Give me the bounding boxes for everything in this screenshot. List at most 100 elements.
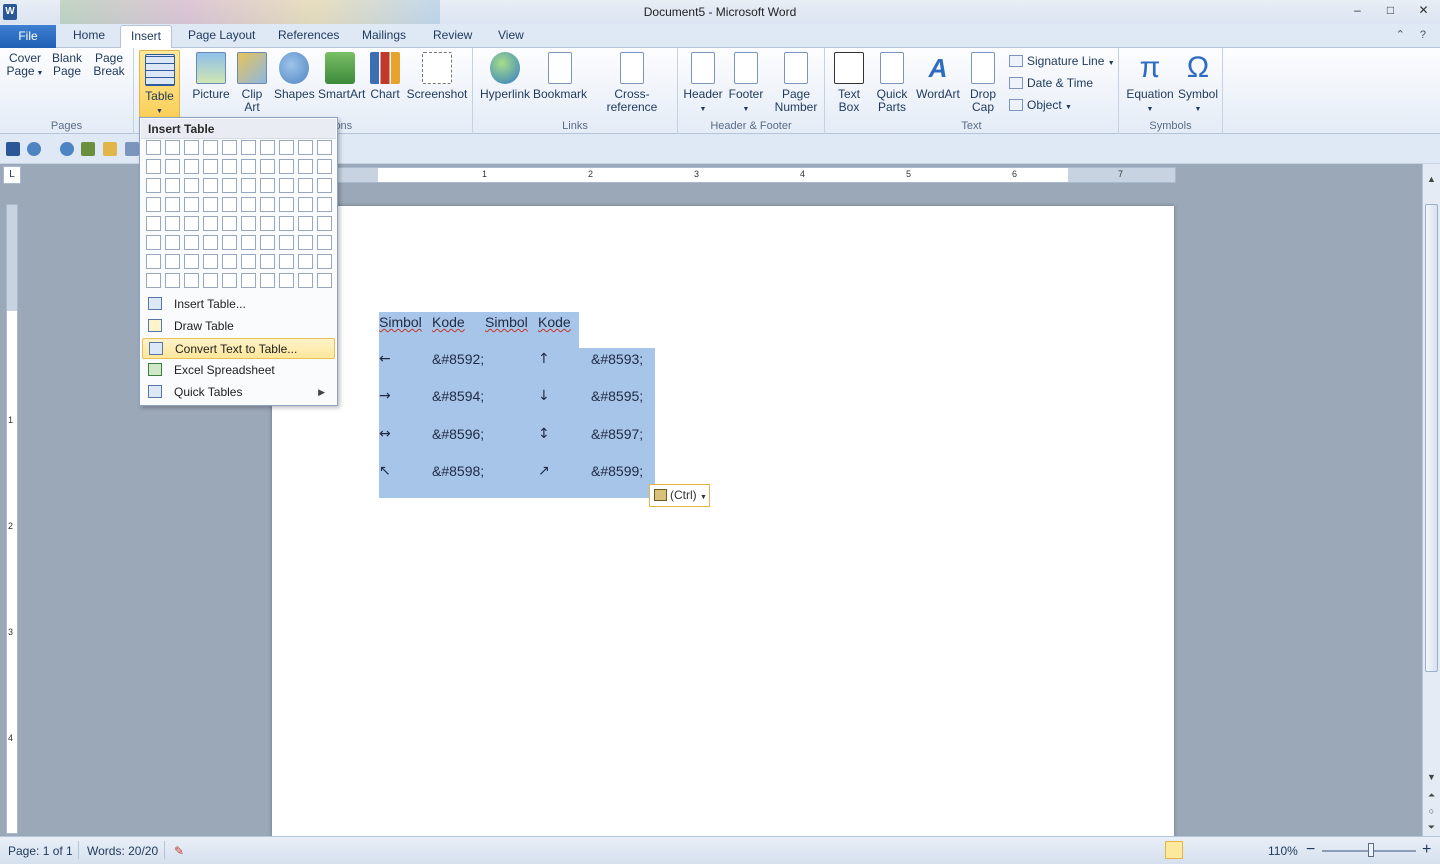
table-grid-cell[interactable] <box>279 178 294 193</box>
save-icon[interactable] <box>6 142 20 156</box>
drop-cap-button[interactable]: Drop Cap <box>965 52 1001 114</box>
shapes-button[interactable]: Shapes <box>274 52 315 101</box>
tab-home[interactable]: Home <box>73 28 105 42</box>
cross-reference-button[interactable]: Cross-reference <box>590 52 674 114</box>
table-grid-cell[interactable] <box>146 273 161 288</box>
table-grid-cell[interactable] <box>184 235 199 250</box>
table-grid-cell[interactable] <box>279 159 294 174</box>
table-grid-cell[interactable] <box>203 178 218 193</box>
maximize-button[interactable]: □ <box>1374 0 1407 20</box>
table-grid-cell[interactable] <box>222 254 237 269</box>
table-grid-cell[interactable] <box>146 178 161 193</box>
table-grid-cell[interactable] <box>203 197 218 212</box>
table-grid-cell[interactable] <box>203 273 218 288</box>
table-grid-cell[interactable] <box>298 254 313 269</box>
zoom-slider-knob[interactable] <box>1368 843 1374 857</box>
header-button[interactable]: Header ▼ <box>682 52 724 116</box>
table-grid-cell[interactable] <box>241 159 256 174</box>
smartart-button[interactable]: SmartArt <box>318 52 365 101</box>
table-grid-cell[interactable] <box>241 216 256 231</box>
wordart-button[interactable]: A WordArt <box>915 52 961 101</box>
object-button[interactable]: Object ▼ <box>1009 98 1072 112</box>
table-button[interactable]: Table ▼ <box>139 50 180 118</box>
table-grid-cell[interactable] <box>184 178 199 193</box>
footer-button[interactable]: Footer ▼ <box>726 52 766 116</box>
table-grid-cell[interactable] <box>203 235 218 250</box>
table-grid-cell[interactable] <box>222 197 237 212</box>
outline-icon[interactable] <box>1231 841 1249 859</box>
table-grid-cell[interactable] <box>260 254 275 269</box>
table-grid-cell[interactable] <box>165 197 180 212</box>
table-grid-cell[interactable] <box>222 140 237 155</box>
picture-button[interactable]: Picture <box>190 52 232 101</box>
table-grid-cell[interactable] <box>279 140 294 155</box>
date-time-button[interactable]: Date & Time <box>1009 76 1093 90</box>
screenshot-button[interactable]: Screenshot <box>406 52 468 101</box>
redo-icon[interactable] <box>60 142 74 156</box>
table-grid-cell[interactable] <box>317 273 332 288</box>
open-icon[interactable] <box>103 142 117 156</box>
undo-icon[interactable] <box>27 142 41 156</box>
table-grid-cell[interactable] <box>165 159 180 174</box>
table-grid-cell[interactable] <box>165 273 180 288</box>
convert-text-to-table-item[interactable]: Convert Text to Table... <box>142 338 335 359</box>
table-grid-cell[interactable] <box>184 254 199 269</box>
table-grid-cell[interactable] <box>241 178 256 193</box>
symbol-button[interactable]: Ω Symbol ▼ <box>1177 52 1219 116</box>
page-count[interactable]: Page: 1 of 1 <box>8 844 73 858</box>
table-grid-cell[interactable] <box>222 159 237 174</box>
tab-review[interactable]: Review <box>433 28 472 42</box>
table-grid-cell[interactable] <box>146 254 161 269</box>
table-grid-cell[interactable] <box>260 216 275 231</box>
word-count[interactable]: Words: 20/20 <box>87 844 158 858</box>
table-grid-cell[interactable] <box>317 254 332 269</box>
table-grid-cell[interactable] <box>317 216 332 231</box>
table-grid-cell[interactable] <box>279 197 294 212</box>
table-grid-cell[interactable] <box>184 140 199 155</box>
table-grid-cell[interactable] <box>184 159 199 174</box>
table-grid-cell[interactable] <box>317 235 332 250</box>
tab-file[interactable]: File <box>0 25 56 48</box>
clip-art-button[interactable]: Clip Art <box>236 52 268 114</box>
spelling-icon[interactable] <box>81 142 95 156</box>
browse-object-icon[interactable]: ○ <box>1423 806 1440 816</box>
table-grid-cell[interactable] <box>203 159 218 174</box>
table-grid-cell[interactable] <box>241 254 256 269</box>
table-grid-cell[interactable] <box>222 235 237 250</box>
table-grid-cell[interactable] <box>184 216 199 231</box>
excel-spreadsheet-item[interactable]: Excel Spreadsheet <box>142 360 335 381</box>
table-grid-cell[interactable] <box>298 235 313 250</box>
table-grid-cell[interactable] <box>241 140 256 155</box>
previous-page-icon[interactable]: ⏶ <box>1423 790 1440 801</box>
table-grid-cell[interactable] <box>298 273 313 288</box>
table-grid-cell[interactable] <box>279 216 294 231</box>
cover-page-button[interactable]: Cover Page ▼ <box>6 52 302 290</box>
table-grid-cell[interactable] <box>184 273 199 288</box>
table-grid-cell[interactable] <box>222 216 237 231</box>
web-layout-icon[interactable] <box>1209 841 1227 859</box>
table-grid-cell[interactable] <box>165 235 180 250</box>
zoom-out-button[interactable]: − <box>1306 841 1315 859</box>
text-box-button[interactable]: Text Box <box>831 52 867 114</box>
table-grid-cell[interactable] <box>260 235 275 250</box>
table-grid-cell[interactable] <box>298 216 313 231</box>
next-page-icon[interactable]: ⏷ <box>1423 822 1440 833</box>
scrollbar-thumb[interactable] <box>1425 204 1438 672</box>
table-grid-cell[interactable] <box>279 235 294 250</box>
table-grid-cell[interactable] <box>165 254 180 269</box>
table-grid-cell[interactable] <box>317 140 332 155</box>
table-grid-cell[interactable] <box>317 178 332 193</box>
table-grid-cell[interactable] <box>260 273 275 288</box>
page-number-button[interactable]: Page Number <box>770 52 822 114</box>
tab-view[interactable]: View <box>498 28 524 42</box>
horizontal-ruler[interactable]: 1 2 3 4 5 6 7 <box>272 167 1176 183</box>
proofing-icon[interactable]: ✎ <box>174 844 184 858</box>
table-grid-cell[interactable] <box>241 273 256 288</box>
table-grid-cell[interactable] <box>222 273 237 288</box>
tab-insert[interactable]: Insert <box>120 25 173 49</box>
scroll-up-arrow[interactable]: ▲ <box>1423 174 1440 184</box>
quick-parts-button[interactable]: Quick Parts <box>873 52 911 114</box>
table-grid-cell[interactable] <box>165 140 180 155</box>
scroll-down-arrow[interactable]: ▼ <box>1423 772 1440 782</box>
print-layout-icon[interactable] <box>1165 841 1183 859</box>
